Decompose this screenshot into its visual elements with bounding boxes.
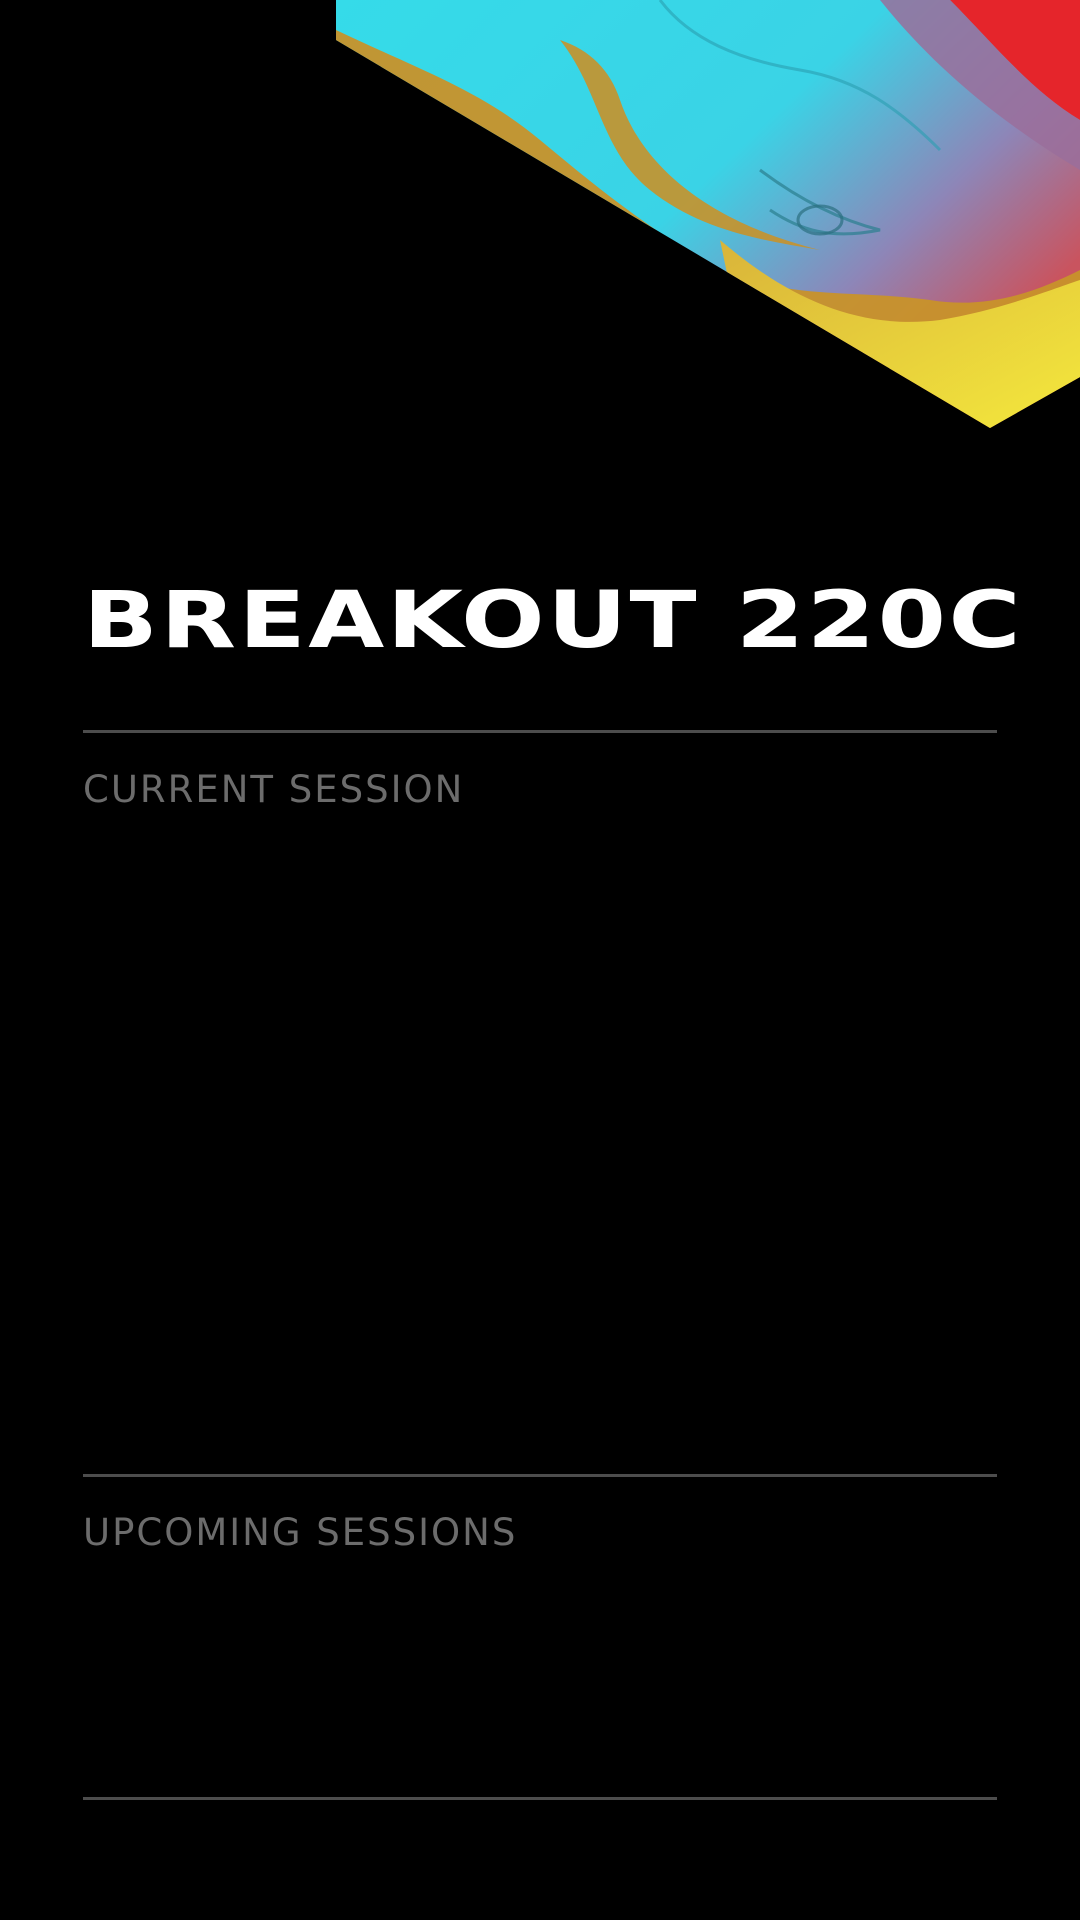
divider-middle bbox=[83, 1474, 997, 1477]
upcoming-sessions-label: UPCOMING SESSIONS bbox=[83, 1511, 518, 1554]
current-session-area bbox=[83, 820, 997, 1470]
divider-top bbox=[83, 730, 997, 733]
room-title: BREAKOUT 220C bbox=[83, 576, 1024, 666]
hero-artwork bbox=[336, 0, 1080, 428]
upcoming-sessions-area bbox=[83, 1565, 997, 1795]
current-session-label: CURRENT SESSION bbox=[83, 768, 465, 811]
divider-bottom bbox=[83, 1797, 997, 1800]
